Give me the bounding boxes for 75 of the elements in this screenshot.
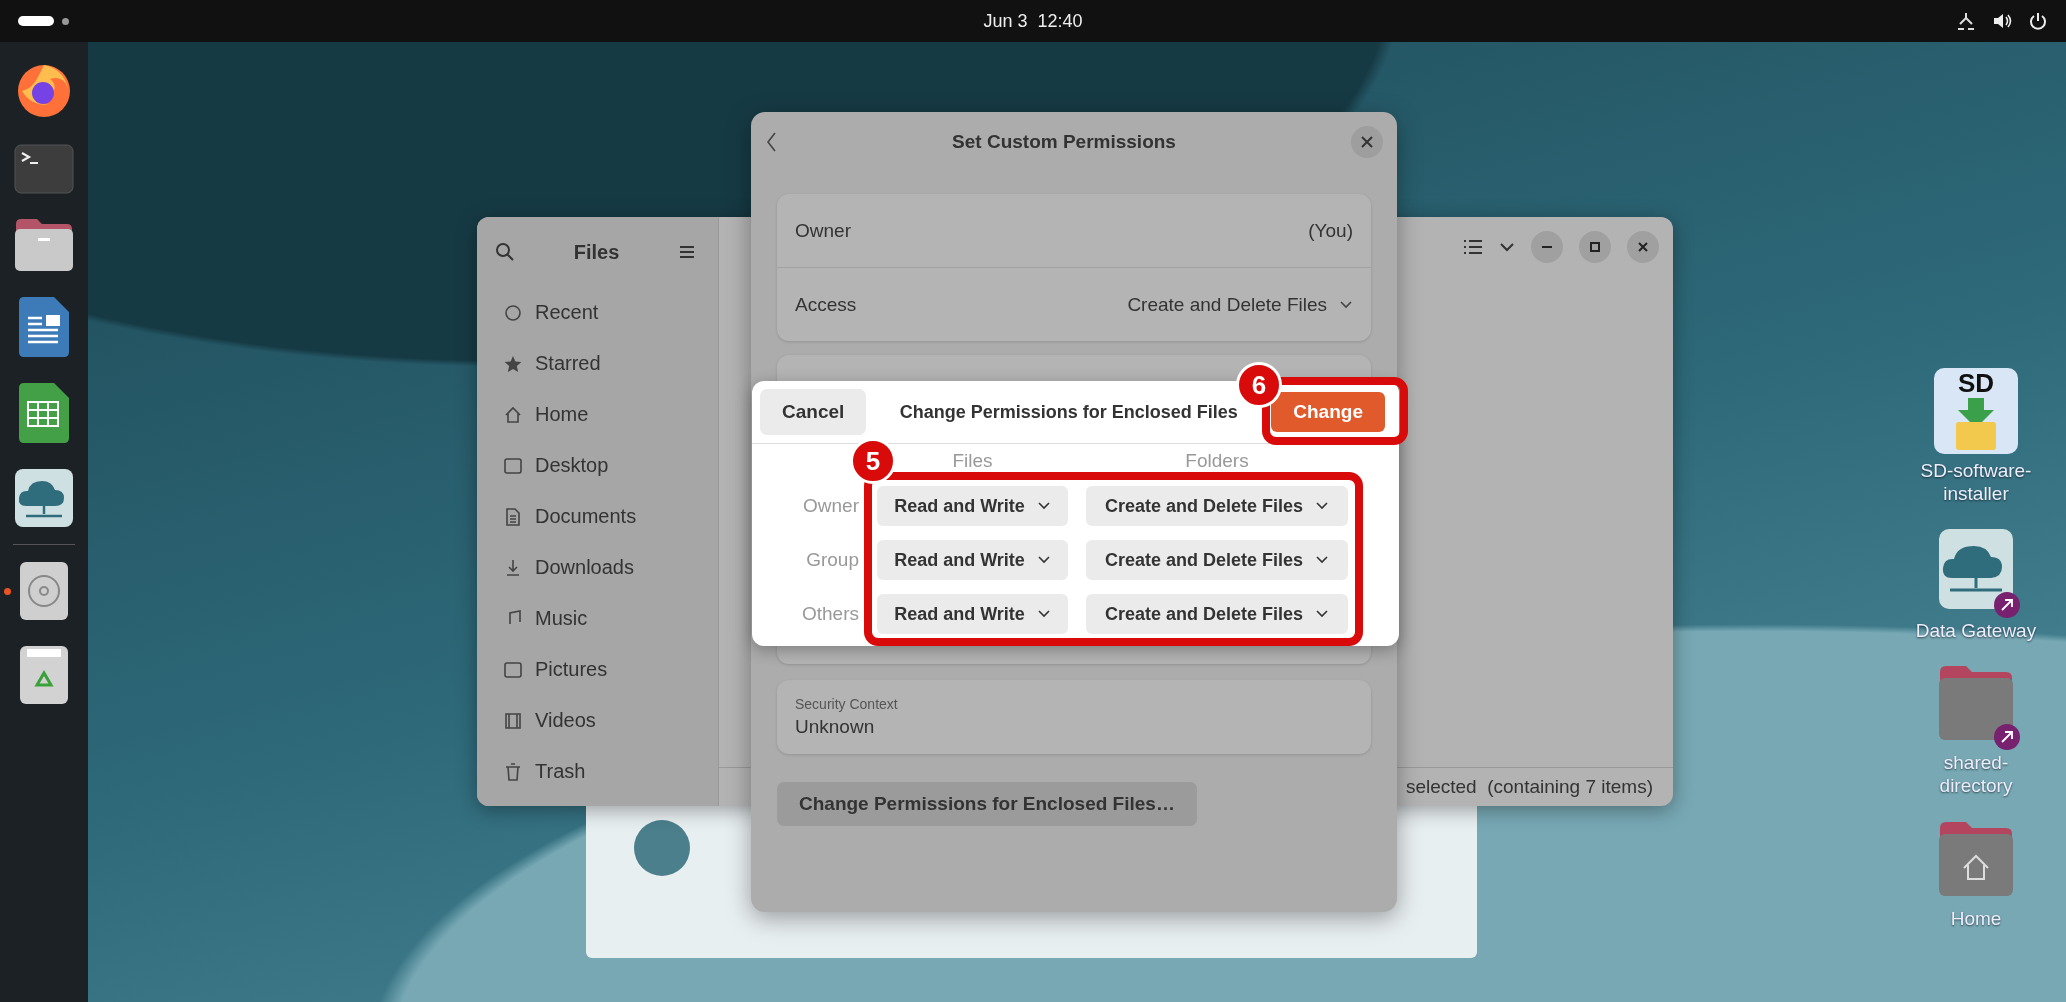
sidebar-item[interactable]: Videos: [477, 695, 718, 746]
network-icon[interactable]: [1956, 11, 1976, 31]
chevron-down-icon: [1339, 299, 1353, 310]
trash-icon[interactable]: [19, 645, 69, 705]
sidebar-item[interactable]: Recent: [477, 287, 718, 338]
activities-indicator-icon[interactable]: [18, 16, 69, 26]
terminal-icon[interactable]: [14, 144, 74, 194]
dialog-title: Change Permissions for Enclosed Files: [899, 401, 1238, 423]
cancel-button[interactable]: Cancel: [760, 389, 867, 435]
sidebar-item[interactable]: Pictures: [477, 644, 718, 695]
clock[interactable]: Jun 3 12:40: [973, 6, 1093, 36]
window-title: Files: [573, 240, 620, 264]
close-icon: [1637, 241, 1649, 253]
list-view-icon[interactable]: [1463, 238, 1483, 256]
sidebar-item-icon: [503, 302, 523, 323]
folders-permission-dropdown[interactable]: Create and Delete Files: [1086, 594, 1348, 634]
sidebar-item[interactable]: Downloads: [477, 542, 718, 593]
desktop-icon-label[interactable]: Data Gateway: [1915, 619, 2037, 643]
sidebar-item[interactable]: Documents: [477, 491, 718, 542]
sidebar-item[interactable]: Trash: [477, 746, 718, 797]
row-label: Owner: [802, 495, 859, 517]
close-button[interactable]: [1627, 231, 1659, 263]
cloud-network-icon[interactable]: [14, 468, 74, 528]
owner-label: Owner: [795, 219, 851, 242]
row-label: Group: [805, 549, 859, 571]
power-icon[interactable]: [2028, 11, 2048, 31]
desktop-icon-label[interactable]: SD-software-installer: [1911, 460, 2041, 506]
sidebar-item[interactable]: Desktop: [477, 440, 718, 491]
spreadsheet-icon[interactable]: [18, 382, 70, 444]
change-enclosed-permissions-button[interactable]: Change Permissions for Enclosed Files…: [777, 782, 1197, 826]
security-context-field: Security Context Unknown: [777, 680, 1371, 754]
chevron-down-icon: [1315, 555, 1330, 565]
dialog-title: Set Custom Permissions: [952, 131, 1176, 153]
close-icon: [1360, 135, 1374, 149]
sidebar-item-icon: [503, 659, 523, 680]
sidebar-item[interactable]: Starred: [477, 338, 718, 389]
chevron-down-icon: [1036, 555, 1051, 565]
chevron-down-icon: [1036, 609, 1051, 619]
folders-permission-dropdown[interactable]: Create and Delete Files: [1086, 486, 1348, 526]
folder-icon[interactable]: [14, 218, 74, 272]
menu-icon[interactable]: [678, 244, 696, 260]
sidebar-item-icon: [503, 761, 523, 782]
volume-icon[interactable]: [1992, 11, 2012, 31]
column-header: Folders: [1184, 450, 1250, 472]
avatar-circle: [634, 820, 690, 876]
sidebar-item-icon: [503, 710, 523, 731]
change-button[interactable]: Change: [1271, 392, 1385, 432]
sidebar-item-icon: [503, 455, 523, 476]
search-icon[interactable]: [495, 242, 515, 262]
owner-value: (You): [1308, 219, 1353, 242]
chevron-down-icon: [1315, 609, 1330, 619]
installer-icon[interactable]: SD: [1934, 368, 2018, 454]
folders-permission-dropdown[interactable]: Create and Delete Files: [1086, 540, 1348, 580]
cloud-network-icon[interactable]: [1938, 527, 2014, 610]
files-permission-dropdown[interactable]: Read and Write: [877, 540, 1068, 580]
sidebar-item-icon: [503, 506, 523, 527]
access-dropdown[interactable]: Create and Delete Files: [1127, 293, 1353, 316]
document-icon[interactable]: [18, 296, 70, 358]
sidebar-item[interactable]: Music: [477, 593, 718, 644]
maximize-button[interactable]: [1579, 231, 1611, 263]
files-permission-dropdown[interactable]: Read and Write: [877, 594, 1068, 634]
column-header: Files: [951, 450, 994, 472]
minimize-icon: [1542, 246, 1552, 248]
caret-icon[interactable]: [1499, 241, 1515, 253]
chevron-down-icon: [1315, 501, 1330, 511]
row-label: Others: [800, 603, 859, 625]
chevron-down-icon: [1036, 501, 1051, 511]
sidebar-item[interactable]: Home: [477, 389, 718, 440]
close-button[interactable]: [1351, 126, 1383, 158]
files-permission-dropdown[interactable]: Read and Write: [877, 486, 1068, 526]
status-text: selected (containing 7 items): [1405, 776, 1653, 798]
access-label: Access: [795, 293, 857, 316]
sidebar-item-icon: [503, 404, 523, 425]
back-icon[interactable]: [765, 131, 777, 153]
maximize-icon: [1589, 241, 1601, 253]
